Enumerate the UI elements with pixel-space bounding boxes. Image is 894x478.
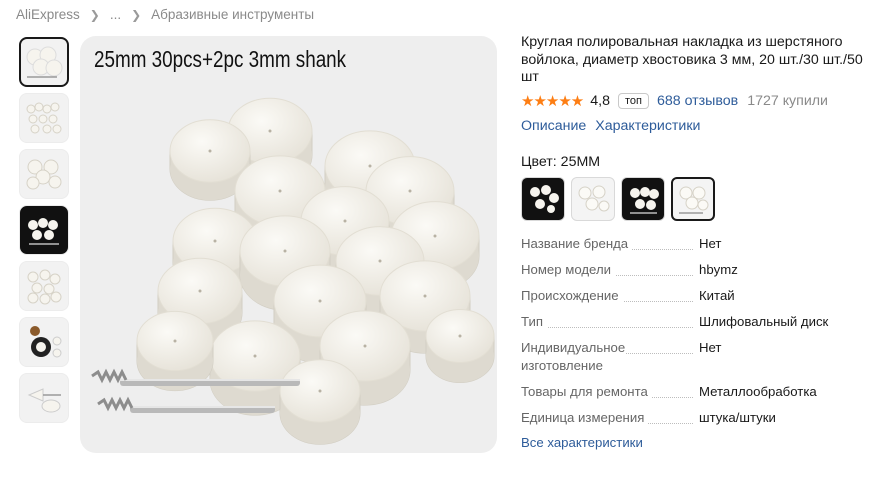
characteristics-link[interactable]: Характеристики [595,118,700,134]
swatch-image [630,186,659,214]
felt-wheels-image [26,46,63,78]
felt-disc-hole [283,249,287,253]
felt-disc-hole [318,299,322,303]
main-product-image[interactable]: 25mm 30pcs+2pc 3mm shank [80,36,497,453]
felt-disc-hole [253,354,257,358]
breadcrumb-ellipsis[interactable]: ... [110,7,121,22]
thumbnail-1[interactable] [19,37,69,87]
felt-set-image [26,102,62,134]
felt-disc-hole [318,389,322,393]
spec-value: штука/штуки [699,409,776,425]
felt-disc-hole [433,234,437,238]
all-specs-link[interactable]: Все характеристики [521,435,881,450]
breadcrumb: AliExpress ❯ ... ❯ Абразивные инструмент… [16,7,314,22]
felt-disc-hole [213,239,217,243]
thumbnail-5[interactable] [19,261,69,311]
spec-value: Нет [699,339,722,355]
swatch-image [679,186,709,214]
image-caption: 25mm 30pcs+2pc 3mm shank [94,46,347,72]
top-badge: топ [617,92,649,109]
product-info: Круглая полировальная накладка из шерстя… [521,34,881,450]
thumbnail-list [19,37,69,429]
felt-disc-hole [208,149,212,153]
felt-infographic-image [30,326,62,358]
section-links: Описание Характеристики [521,118,881,134]
spec-name: Товары для ремонта [521,383,652,399]
thumbnail-2[interactable] [19,93,69,143]
rating-row: ★★★★★ 4,8 топ 688 отзывов 1727 купили [521,92,881,110]
color-option-4-selected[interactable] [671,176,715,221]
spec-row: Название бренда Нет [521,235,881,253]
swatch-image [530,184,559,213]
thumbnail-4[interactable] [19,205,69,255]
breadcrumb-home[interactable]: AliExpress [16,7,80,22]
chevron-right-icon: ❯ [131,7,142,22]
spec-name: Индивидуальное изготовление [521,339,626,373]
spec-row: Единица измерения штука/штуки [521,409,881,427]
spec-value: Китай [699,287,735,303]
color-option-2[interactable] [571,176,615,221]
felt-cones-image [27,388,61,413]
spec-row: Номер модели hbymz [521,261,881,279]
swatch-image [578,185,610,211]
spec-row: Индивидуальное изготовление Нет [521,339,881,375]
felt-wheels-image [26,159,62,190]
sold-count: 1727 купили [747,92,828,109]
felt-dark-image [28,218,59,245]
color-option-1[interactable] [521,176,565,221]
felt-disc-hole [363,344,367,348]
spec-row: Товары для ремонта Металлообработка [521,383,881,401]
felt-wheels-photo [91,97,495,445]
spec-name: Тип [521,313,547,329]
spec-value: Металлообработка [699,383,817,399]
spec-value: hbymz [699,261,738,277]
felt-disc-hole [458,334,462,338]
felt-disc-hole [378,259,382,263]
thumbnail-6[interactable] [19,317,69,367]
spec-value: Шлифовальный диск [699,313,829,329]
spec-name: Единица измерения [521,409,649,425]
spec-name: Номер модели [521,261,616,277]
color-option-3[interactable] [621,176,665,221]
product-title: Круглая полировальная накладка из шерстя… [521,34,863,85]
spec-row: Происхождение Китай [521,287,881,305]
rating-value: 4,8 [590,92,610,109]
description-link[interactable]: Описание [521,118,586,134]
specs-table: Название бренда Нет Номер модели hbymz П… [521,235,881,427]
chevron-right-icon: ❯ [89,7,100,22]
color-label: Цвет: 25ММ [521,153,601,170]
felt-disc-hole [268,129,272,133]
thumbnail-3[interactable] [19,149,69,199]
reviews-link[interactable]: 688 отзывов [657,93,738,109]
color-swatches [521,176,881,221]
felt-disc-hole [343,219,347,223]
spec-value: Нет [699,235,722,251]
felt-disc-hole [368,164,372,168]
thumbnail-7[interactable] [19,373,69,423]
star-rating-icon: ★★★★★ [521,92,584,110]
felt-disc-hole [408,189,412,193]
felt-disc-hole [423,294,427,298]
spec-name: Происхождение [521,287,623,303]
felt-pile-image [27,269,62,305]
felt-disc-hole [198,289,202,293]
felt-disc-hole [278,189,282,193]
spec-name: Название бренда [521,235,633,251]
spec-row: Тип Шлифовальный диск [521,313,881,331]
breadcrumb-category[interactable]: Абразивные инструменты [151,7,314,22]
felt-disc-hole [173,339,177,343]
